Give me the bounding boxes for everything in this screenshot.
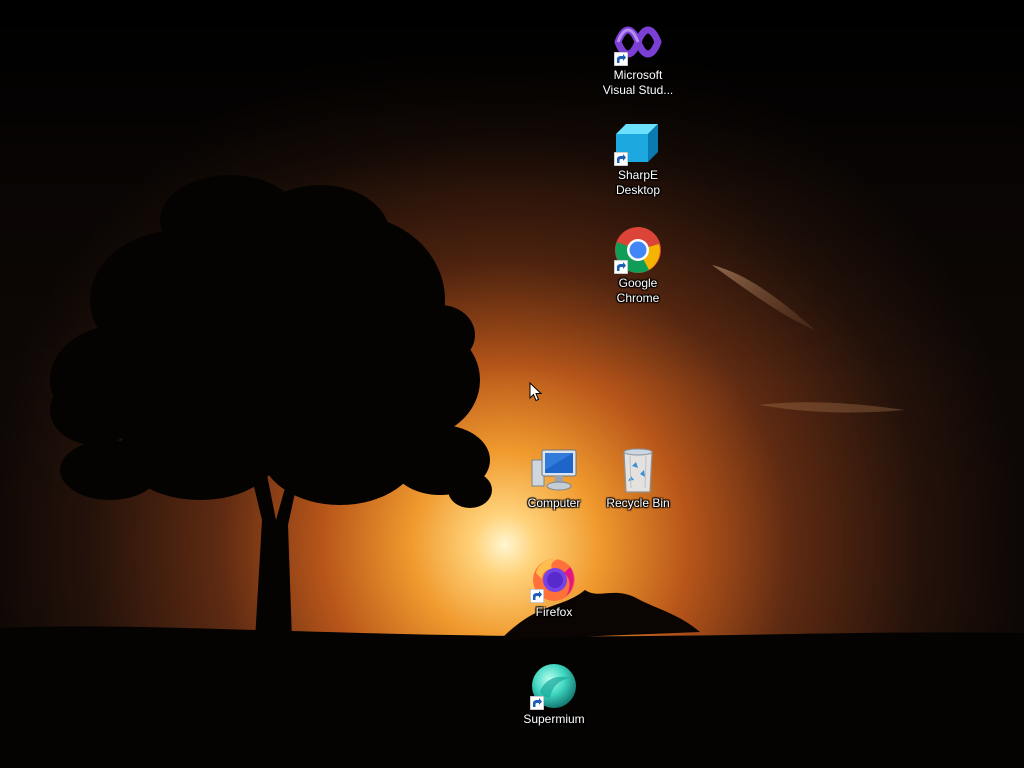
recycle-bin-icon xyxy=(614,446,662,494)
desktop-icon-firefox[interactable]: Firefox xyxy=(512,555,596,620)
desktop-icon-label: Supermium xyxy=(523,712,585,726)
chrome-icon xyxy=(614,226,662,274)
shortcut-arrow-icon xyxy=(614,52,628,66)
shortcut-arrow-icon xyxy=(614,260,628,274)
desktop-icon-label: Recycle Bin xyxy=(606,496,670,510)
desktop-icon-supermium[interactable]: Supermium xyxy=(512,662,596,727)
shortcut-arrow-icon xyxy=(530,696,544,710)
visual-studio-icon xyxy=(614,18,662,66)
desktop-icon-label: SharpE Desktop xyxy=(615,168,661,197)
supermium-icon xyxy=(530,662,578,710)
firefox-icon xyxy=(530,555,578,603)
desktop-icon-chrome[interactable]: Google Chrome xyxy=(596,226,680,306)
mouse-cursor-icon xyxy=(529,382,543,402)
cube-icon xyxy=(614,118,662,166)
wallpaper-sunset xyxy=(0,0,1024,768)
shortcut-arrow-icon xyxy=(614,152,628,166)
desktop-icon-label: Google Chrome xyxy=(616,276,660,305)
computer-icon xyxy=(530,446,578,494)
desktop-icon-label: Firefox xyxy=(535,605,573,619)
desktop-icon-sharpe[interactable]: SharpE Desktop xyxy=(596,118,680,198)
desktop-icon-recycle-bin[interactable]: Recycle Bin xyxy=(596,446,680,511)
desktop-icon-label: Microsoft Visual Stud... xyxy=(602,68,674,97)
desktop-icon-label: Computer xyxy=(527,496,581,510)
desktop-icon-computer[interactable]: Computer xyxy=(512,446,596,511)
desktop[interactable]: Microsoft Visual Stud... SharpE Desktop xyxy=(0,0,1024,768)
desktop-icon-visual-studio[interactable]: Microsoft Visual Stud... xyxy=(596,18,680,98)
shortcut-arrow-icon xyxy=(530,589,544,603)
